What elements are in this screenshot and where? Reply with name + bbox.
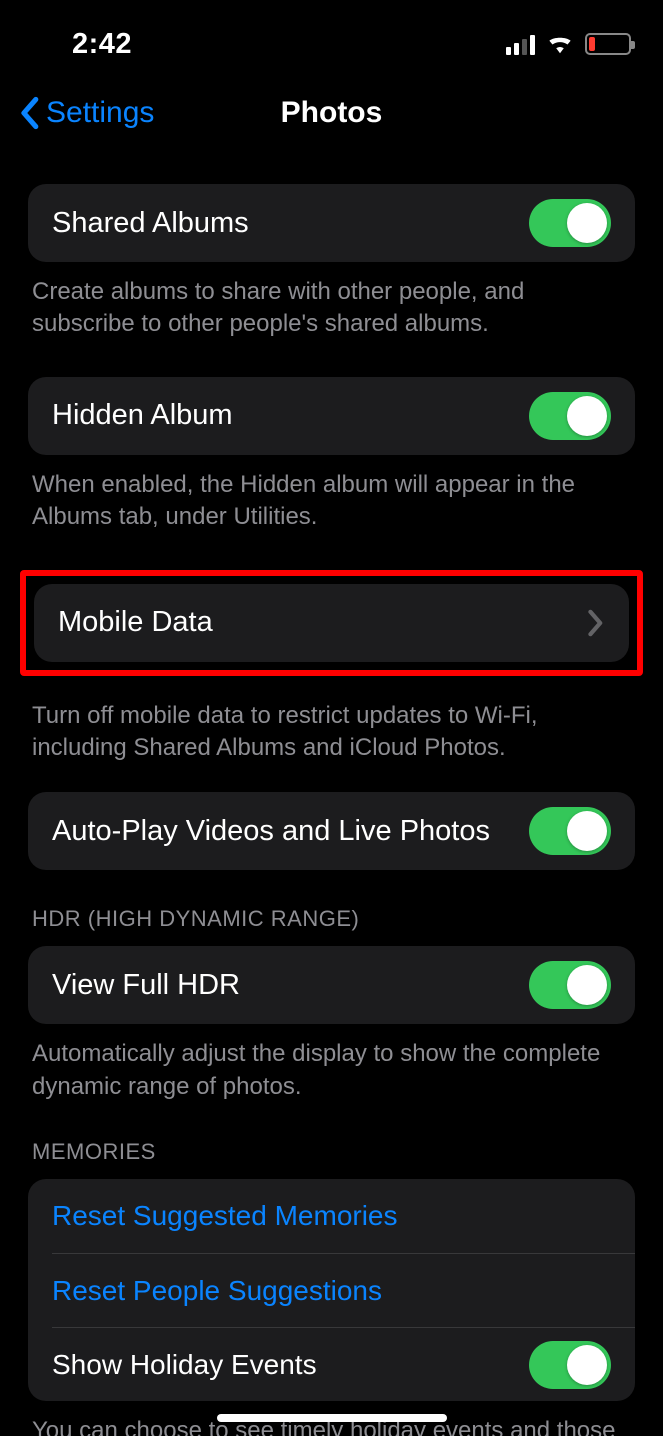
reset-people-suggestions-label: Reset People Suggestions [52,1275,382,1307]
reset-people-suggestions-button[interactable]: Reset People Suggestions [52,1253,635,1327]
back-label: Settings [46,96,154,130]
highlight-box: Mobile Data [20,570,643,676]
mobile-data-group: Mobile Data Turn off mobile data to rest… [0,570,663,765]
status-bar: 2:42 [0,0,663,70]
shared-albums-group: Shared Albums Create albums to share wit… [0,184,663,341]
status-icons [506,30,631,59]
shared-albums-toggle[interactable] [529,199,611,247]
mobile-data-footer: Turn off mobile data to restrict updates… [20,686,643,765]
show-holiday-events-toggle[interactable] [529,1341,611,1389]
battery-icon [585,33,631,55]
content: Shared Albums Create albums to share wit… [0,156,663,1436]
hidden-album-label: Hidden Album [52,399,233,432]
chevron-right-icon [587,609,605,637]
wifi-icon [545,30,575,59]
autoplay-label: Auto-Play Videos and Live Photos [52,815,490,848]
hdr-row[interactable]: View Full HDR [28,946,635,1024]
back-button[interactable]: Settings [18,96,154,130]
hdr-footer: Automatically adjust the display to show… [28,1024,635,1103]
hidden-album-group: Hidden Album When enabled, the Hidden al… [0,377,663,534]
memories-list: Reset Suggested Memories Reset People Su… [28,1179,635,1401]
mobile-data-label: Mobile Data [58,606,213,639]
autoplay-toggle[interactable] [529,807,611,855]
mobile-data-row[interactable]: Mobile Data [34,584,629,662]
home-indicator[interactable] [217,1414,447,1422]
status-time: 2:42 [72,28,132,61]
reset-suggested-memories-label: Reset Suggested Memories [52,1200,398,1232]
memories-group: MEMORIES Reset Suggested Memories Reset … [0,1139,663,1436]
show-holiday-events-label: Show Holiday Events [52,1349,317,1381]
hidden-album-toggle[interactable] [529,392,611,440]
hidden-album-footer: When enabled, the Hidden album will appe… [28,455,635,534]
chevron-left-icon [18,96,40,130]
autoplay-row[interactable]: Auto-Play Videos and Live Photos [28,792,635,870]
shared-albums-footer: Create albums to share with other people… [28,262,635,341]
cellular-icon [506,33,535,55]
nav-bar: Settings Photos [0,70,663,156]
hdr-toggle[interactable] [529,961,611,1009]
autoplay-group: Auto-Play Videos and Live Photos [0,792,663,870]
shared-albums-label: Shared Albums [52,207,249,240]
hdr-label: View Full HDR [52,969,240,1002]
hdr-group: HDR (HIGH DYNAMIC RANGE) View Full HDR A… [0,906,663,1103]
shared-albums-row[interactable]: Shared Albums [28,184,635,262]
hidden-album-row[interactable]: Hidden Album [28,377,635,455]
show-holiday-events-row[interactable]: Show Holiday Events [52,1327,635,1401]
memories-header: MEMORIES [28,1139,635,1179]
hdr-header: HDR (HIGH DYNAMIC RANGE) [28,906,635,946]
reset-suggested-memories-button[interactable]: Reset Suggested Memories [28,1179,635,1253]
